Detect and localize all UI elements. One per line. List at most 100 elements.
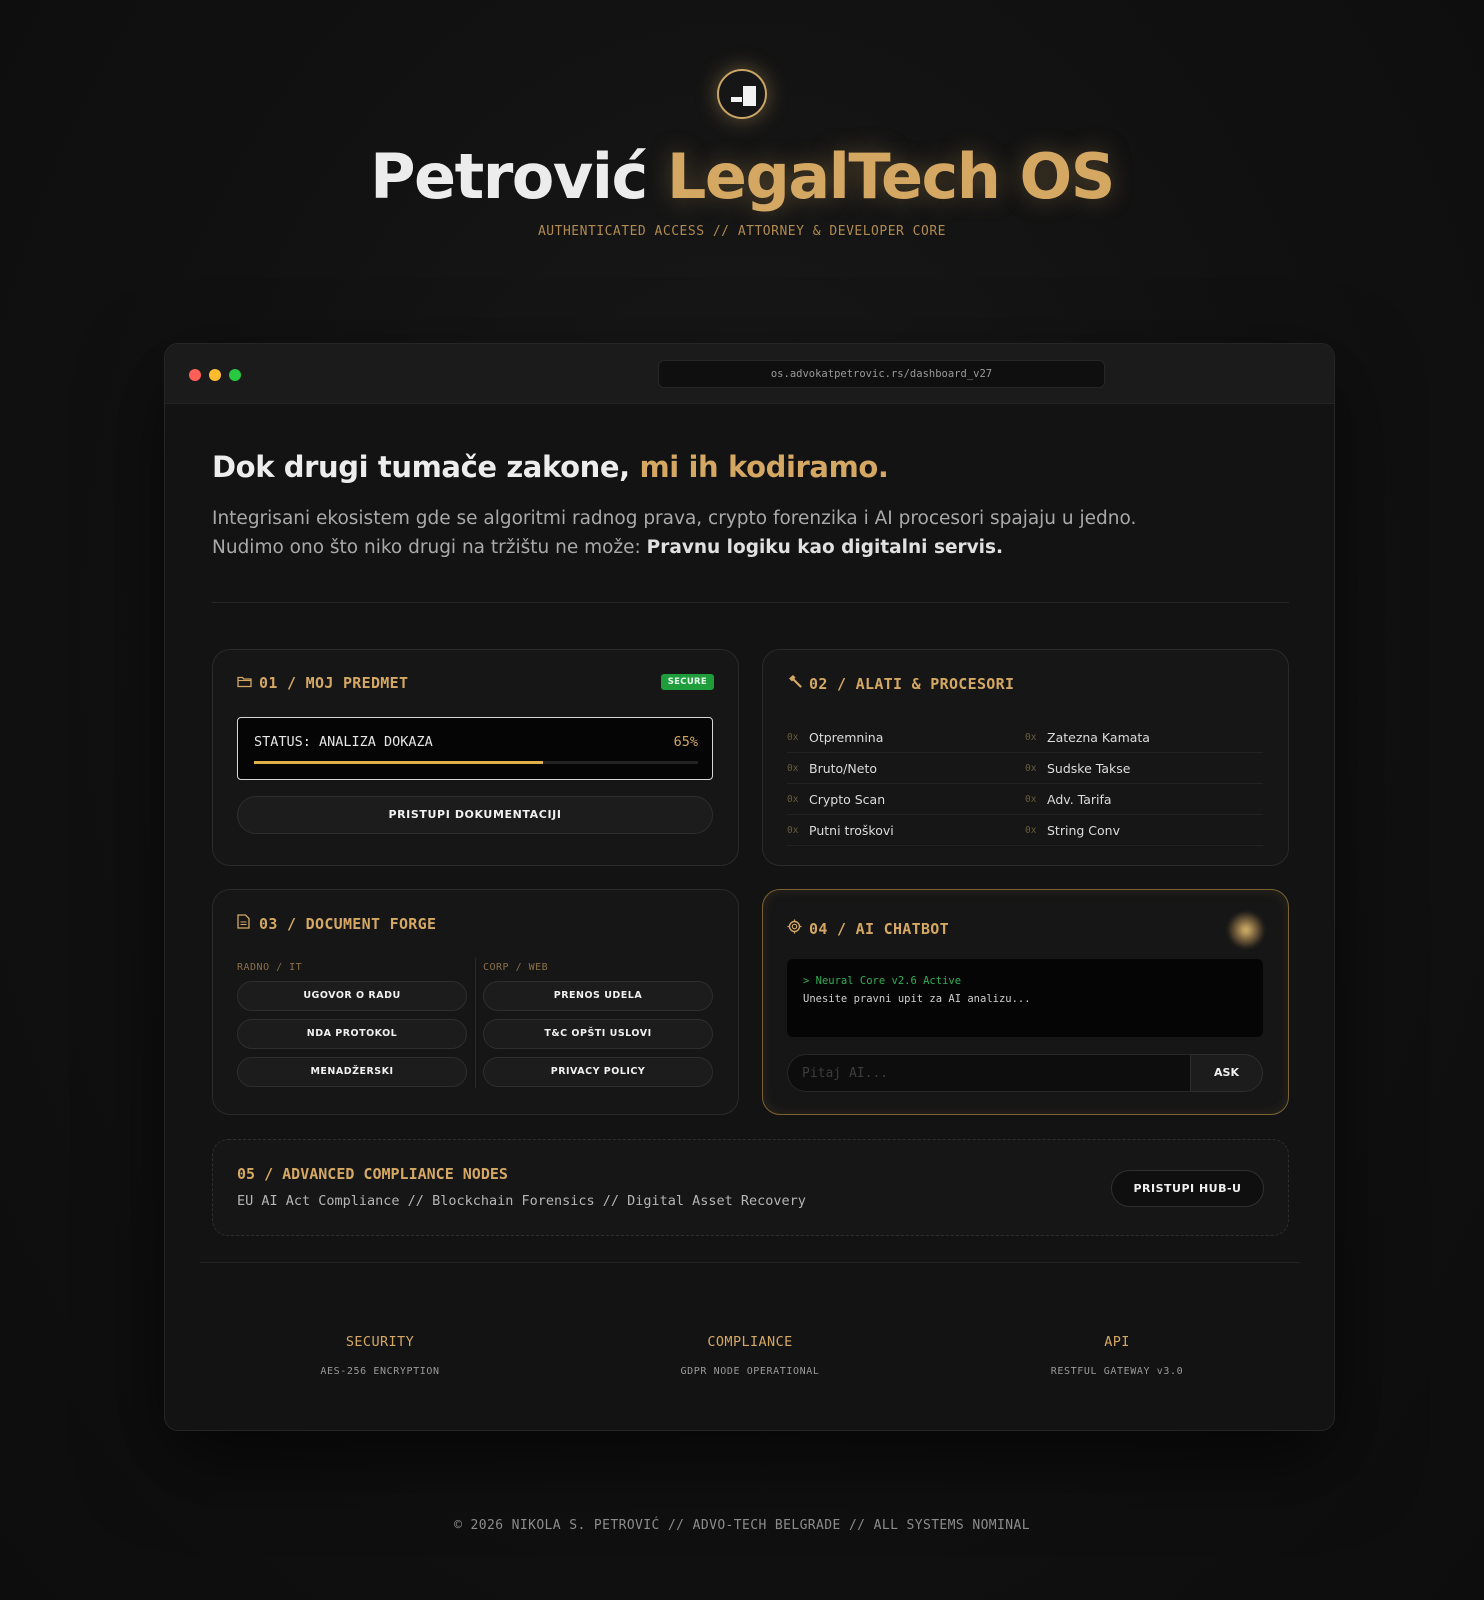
title-main: Petrović xyxy=(370,140,648,213)
tool-label: Adv. Tarifa xyxy=(1047,791,1112,807)
doc-menadzerski-button[interactable]: MENADŽERSKI xyxy=(237,1057,467,1087)
tool-bruto-neto[interactable]: 0x Bruto/Neto xyxy=(787,753,1025,783)
tool-string-conv[interactable]: 0x String Conv xyxy=(1025,815,1263,845)
tool-label: Bruto/Neto xyxy=(809,760,877,776)
tool-prefix: 0x xyxy=(787,762,799,774)
brand-logo-icon xyxy=(717,69,767,119)
stat-security: SECURITY AES-256 ENCRYPTION xyxy=(215,1334,545,1377)
tool-label: Zatezna Kamata xyxy=(1047,729,1150,745)
tools-row: 0x Otpremnina 0x Zatezna Kamata xyxy=(787,722,1263,753)
stats-divider xyxy=(200,1262,1300,1263)
ai-terminal: > Neural Core v2.6 Active Unesite pravni… xyxy=(787,959,1263,1037)
intro-text: Integrisani ekosistem gde se algoritmi r… xyxy=(212,504,1212,562)
document-icon xyxy=(237,914,253,933)
tool-prefix: 0x xyxy=(1025,793,1037,805)
card4-title-text: 04 / AI CHATBOT xyxy=(809,920,949,938)
doc-prenos-udela-button[interactable]: PRENOS UDELA xyxy=(483,981,713,1011)
col-label-corp: CORP / WEB xyxy=(483,962,549,973)
status-box: STATUS: ANALIZA DOKAZA 65% xyxy=(237,717,713,780)
access-documentation-button[interactable]: PRISTUPI DOKUMENTACIJI xyxy=(237,796,713,834)
tool-otpremnina[interactable]: 0x Otpremnina xyxy=(787,722,1025,752)
intro-line-1: Integrisani ekosistem gde se algoritmi r… xyxy=(212,508,1137,529)
tool-prefix: 0x xyxy=(787,731,799,743)
stat-label: SECURITY xyxy=(345,1334,415,1350)
tools-row: 0x Putni troškovi 0x String Conv xyxy=(787,815,1263,846)
title-accent: LegalTech OS xyxy=(666,140,1115,213)
page-footer: © 2026 NIKOLA S. PETROVIĆ // ADVO-TECH B… xyxy=(454,1518,1030,1533)
ask-button[interactable]: ASK xyxy=(1190,1054,1263,1092)
card-alati-procesori: 02 / ALATI & PROCESORI 0x Otpremnina 0x Za… xyxy=(762,649,1289,866)
maximize-window-dot[interactable] xyxy=(229,369,241,381)
ai-query-input[interactable] xyxy=(787,1054,1191,1092)
url-bar[interactable]: os.advokatpetrovic.rs/dashboard_v27 xyxy=(658,360,1105,388)
tool-putni-troskovi[interactable]: 0x Putni troškovi xyxy=(787,815,1025,845)
chip-icon xyxy=(787,919,803,938)
col-label-radno: RADNO / IT xyxy=(237,962,303,973)
headline-main: Dok drugi tumače zakone, xyxy=(212,450,630,484)
card-moj-predmet: 01 / MOJ PREDMET SECURE STATUS: ANALIZA … xyxy=(212,649,739,866)
browser-window: os.advokatpetrovic.rs/dashboard_v27 Dok … xyxy=(164,343,1335,1431)
tools-row: 0x Bruto/Neto 0x Sudske Takse xyxy=(787,753,1263,784)
minimize-window-dot[interactable] xyxy=(209,369,221,381)
doc-nda-protokol-button[interactable]: NDA PROTOKOL xyxy=(237,1019,467,1049)
tool-prefix: 0x xyxy=(1025,824,1037,836)
doc-tc-opsti-uslovi-button[interactable]: T&C OPŠTI USLOVI xyxy=(483,1019,713,1049)
stat-compliance: COMPLIANCE GDPR NODE OPERATIONAL xyxy=(585,1334,915,1377)
card2-title: 02 / ALATI & PROCESORI xyxy=(787,674,1014,693)
access-hub-button[interactable]: PRISTUPI HUB-U xyxy=(1111,1170,1264,1207)
doc-ugovor-o-radu-button[interactable]: UGOVOR O RADU xyxy=(237,981,467,1011)
progress-percent: 65% xyxy=(673,734,698,750)
doc-privacy-policy-button[interactable]: PRIVACY POLICY xyxy=(483,1057,713,1087)
window-titlebar: os.advokatpetrovic.rs/dashboard_v27 xyxy=(165,344,1334,404)
card3-title-text: 03 / DOCUMENT FORGE xyxy=(259,915,437,933)
tool-zatezna-kamata[interactable]: 0x Zatezna Kamata xyxy=(1025,722,1263,752)
status-label: STATUS: ANALIZA DOKAZA xyxy=(254,734,433,750)
card5-description: EU AI Act Compliance // Blockchain Foren… xyxy=(237,1193,806,1209)
card4-title: 04 / AI CHATBOT xyxy=(787,919,949,938)
section-divider xyxy=(212,602,1289,603)
stat-label: API xyxy=(1104,1334,1130,1350)
card3-title: 03 / DOCUMENT FORGE xyxy=(237,914,436,933)
stat-value: AES-256 ENCRYPTION xyxy=(320,1366,440,1377)
intro-line-2-strong: Pravnu logiku kao digitalni servis. xyxy=(646,537,1004,558)
card-document-forge: 03 / DOCUMENT FORGE RADNO / IT CORP / WE… xyxy=(212,889,739,1115)
tool-label: Crypto Scan xyxy=(809,791,886,807)
card5-title: 05 / ADVANCED COMPLIANCE NODES xyxy=(237,1165,508,1183)
page-title: Petrović LegalTech OS xyxy=(0,140,1484,213)
column-divider xyxy=(475,958,476,1088)
tool-crypto-scan[interactable]: 0x Crypto Scan xyxy=(787,784,1025,814)
terminal-status-line: > Neural Core v2.6 Active xyxy=(803,975,962,987)
stat-value: RESTFUL GATEWAY v3.0 xyxy=(1050,1366,1184,1377)
intro-headline: Dok drugi tumače zakone, mi ih kodiramo. xyxy=(212,450,889,484)
tool-prefix: 0x xyxy=(787,793,799,805)
tool-label: Otpremnina xyxy=(809,729,884,745)
headline-accent: mi ih kodiramo. xyxy=(639,450,889,484)
tool-label: Putni troškovi xyxy=(809,822,894,838)
intro-line-2-prefix: Nudimo ono što niko drugi na tržištu ne … xyxy=(212,537,641,558)
status-glow-icon xyxy=(1228,912,1264,948)
tool-label: String Conv xyxy=(1047,822,1120,838)
tools-row: 0x Crypto Scan 0x Adv. Tarifa xyxy=(787,784,1263,815)
close-window-dot[interactable] xyxy=(189,369,201,381)
card1-title: 01 / MOJ PREDMET xyxy=(237,674,408,692)
tools-grid: 0x Otpremnina 0x Zatezna Kamata 0x Bruto/Ne… xyxy=(787,722,1263,846)
terminal-prompt-line: Unesite pravni upit za AI analizu... xyxy=(803,993,1031,1005)
card2-title-text: 02 / ALATI & PROCESORI xyxy=(809,675,1015,693)
tool-prefix: 0x xyxy=(787,824,799,836)
card1-title-text: 01 / MOJ PREDMET xyxy=(259,674,409,692)
hammer-icon xyxy=(787,674,803,693)
stat-value: GDPR NODE OPERATIONAL xyxy=(680,1366,820,1377)
intro-line-2: Nudimo ono što niko drugi na tržištu ne … xyxy=(212,533,1212,562)
tool-prefix: 0x xyxy=(1025,731,1037,743)
secure-badge: SECURE xyxy=(660,674,714,690)
stat-label: COMPLIANCE xyxy=(707,1334,793,1350)
stat-api: API RESTFUL GATEWAY v3.0 xyxy=(952,1334,1282,1377)
progress-bar xyxy=(254,761,698,764)
folder-icon xyxy=(237,674,253,692)
tool-adv-tarifa[interactable]: 0x Adv. Tarifa xyxy=(1025,784,1263,814)
progress-fill xyxy=(254,761,543,764)
card-compliance-nodes: 05 / ADVANCED COMPLIANCE NODES EU AI Act… xyxy=(212,1139,1289,1236)
tool-sudske-takse[interactable]: 0x Sudske Takse xyxy=(1025,753,1263,783)
hero-subtitle: AUTHENTICATED ACCESS // ATTORNEY & DEVEL… xyxy=(537,224,946,239)
tool-label: Sudske Takse xyxy=(1047,760,1131,776)
